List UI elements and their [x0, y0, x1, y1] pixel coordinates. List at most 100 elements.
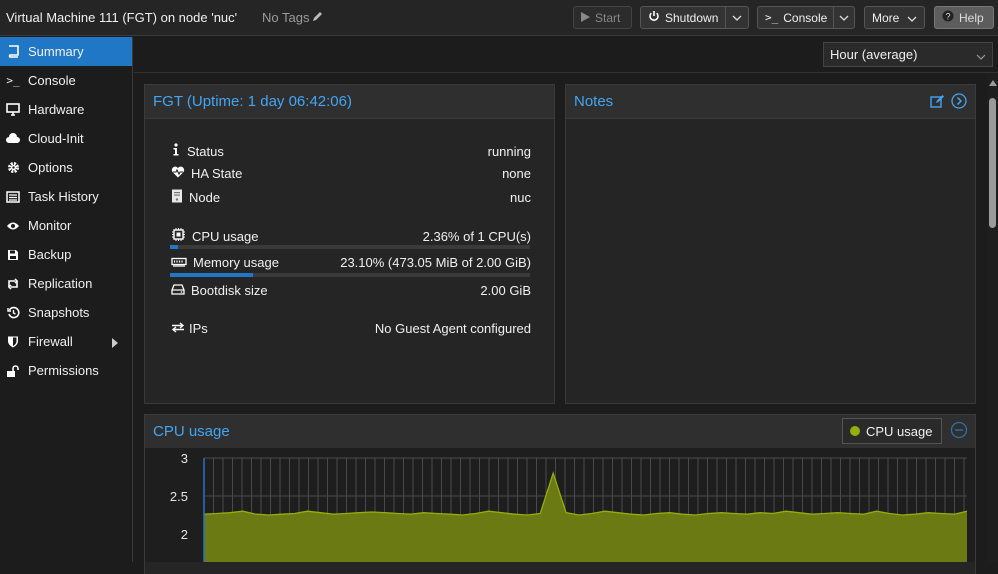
legend-label: CPU usage [866, 423, 933, 439]
main-scrollbar[interactable] [987, 74, 998, 562]
status-panel-header: FGT (Uptime: 1 day 06:42:06) [145, 85, 554, 119]
help-label: Help [959, 10, 984, 25]
exchange-icon [171, 321, 185, 336]
start-label: Start [595, 10, 621, 25]
memory-icon [171, 255, 187, 270]
notes-panel: Notes [565, 84, 976, 404]
cpu-chart-title: CPU usage [153, 423, 230, 440]
bootdisk-value: 2.00 GiB [480, 283, 531, 298]
sidebar-item-hardware[interactable]: Hardware [0, 95, 132, 124]
pencil-icon[interactable] [312, 10, 324, 25]
status-panel: FGT (Uptime: 1 day 06:42:06) Status runn… [144, 84, 555, 404]
svg-text:?: ? [945, 12, 950, 22]
top-bar: Virtual Machine 111 (FGT) on node 'nuc' … [0, 0, 998, 36]
sidebar-item-label: Backup [28, 247, 72, 262]
sidebar-item-firewall[interactable]: Firewall [0, 327, 132, 356]
list-icon [6, 190, 20, 204]
tags-label: No Tags [262, 10, 310, 25]
y-tick-label: 2 [181, 527, 188, 542]
collapse-icon[interactable] [951, 93, 967, 113]
bootdisk-label: Bootdisk size [191, 283, 268, 298]
timeframe-select[interactable]: Hour (average) [823, 42, 993, 67]
sidebar-item-label: Summary [28, 44, 84, 59]
cpu-usage-bar-fill [170, 245, 179, 249]
book-icon [6, 45, 20, 59]
status-panel-title: FGT (Uptime: 1 day 06:42:06) [153, 93, 352, 110]
memory-usage-value: 23.10% (473.05 MiB of 2.00 GiB) [340, 255, 531, 270]
sidebar-item-backup[interactable]: Backup [0, 240, 132, 269]
info-icon [171, 143, 181, 159]
shield-icon [6, 335, 20, 349]
y-tick-label: 3 [181, 451, 188, 466]
sidebar-item-permissions[interactable]: Permissions [0, 356, 132, 385]
heartbeat-icon [171, 166, 185, 181]
shutdown-menu-chevron-icon[interactable] [725, 7, 748, 28]
node-label: Node [189, 190, 221, 205]
history-icon [6, 306, 20, 320]
tags-editor[interactable]: No Tags [262, 10, 324, 25]
floppy-icon [6, 248, 20, 262]
sidebar-item-label: Task History [28, 189, 99, 204]
node-value: nuc [510, 190, 531, 205]
help-button[interactable]: ? Help [934, 6, 994, 29]
sidebar: Summary >_ Console Hardware Cloud-Init O… [0, 37, 133, 562]
terminal-icon: >_ [6, 74, 20, 87]
expand-arrow-icon[interactable] [112, 336, 118, 351]
cpu-icon [171, 227, 186, 245]
shutdown-button[interactable]: Shutdown [640, 6, 749, 29]
retweet-icon [6, 277, 20, 291]
sidebar-item-label: Monitor [28, 218, 72, 233]
sidebar-item-snapshots[interactable]: Snapshots [0, 298, 132, 327]
notes-panel-title: Notes [574, 93, 614, 110]
ha-state-value: none [502, 166, 531, 181]
ha-state-label: HA State [191, 166, 243, 181]
console-label: Console [783, 10, 828, 25]
start-button[interactable]: Start [573, 6, 632, 29]
terminal-icon: >_ [765, 11, 779, 24]
sidebar-item-console[interactable]: >_ Console [0, 66, 132, 95]
console-button[interactable]: >_ Console [757, 6, 855, 29]
play-icon [581, 11, 590, 25]
memory-usage-row: Memory usage 23.10% (473.05 MiB of 2.00 … [171, 255, 531, 270]
cloud-icon [6, 132, 20, 146]
sidebar-item-label: Firewall [28, 334, 73, 349]
unlock-icon [6, 364, 20, 378]
chart-collapse-icon[interactable] [950, 421, 968, 442]
sidebar-item-task-history[interactable]: Task History [0, 182, 132, 211]
sidebar-item-label: Options [28, 160, 73, 175]
scrollbar-thumb[interactable] [989, 98, 996, 228]
edit-icon[interactable] [930, 94, 945, 112]
console-menu-chevron-icon[interactable] [833, 7, 854, 28]
status-label: Status [187, 143, 224, 159]
y-tick-label: 2.5 [170, 489, 188, 504]
scroll-up-arrow-icon[interactable] [989, 80, 997, 86]
sidebar-item-cloud-init[interactable]: Cloud-Init [0, 124, 132, 153]
node-row: Node nuc [171, 189, 531, 206]
more-button[interactable]: More [864, 6, 925, 29]
question-icon: ? [942, 10, 954, 25]
cpu-usage-bar [170, 245, 530, 249]
memory-usage-bar-fill [170, 273, 254, 277]
power-icon [648, 10, 660, 25]
notes-panel-header: Notes [566, 85, 975, 119]
sidebar-item-summary[interactable]: Summary [0, 37, 132, 66]
server-icon [171, 189, 183, 206]
cpu-usage-row: CPU usage 2.36% of 1 CPU(s) [171, 227, 531, 245]
sidebar-item-replication[interactable]: Replication [0, 269, 132, 298]
sidebar-item-options[interactable]: Options [0, 153, 132, 182]
chevron-down-icon[interactable] [976, 48, 986, 63]
cpu-usage-chart: 32.52 [145, 448, 975, 562]
cpu-chart-legend-toggle[interactable]: CPU usage [842, 418, 942, 444]
sidebar-item-label: Permissions [28, 363, 99, 378]
memory-usage-bar [170, 273, 530, 277]
sidebar-item-label: Snapshots [28, 305, 90, 320]
eye-icon [6, 219, 20, 233]
memory-usage-label: Memory usage [193, 255, 279, 270]
ips-label: IPs [189, 321, 208, 336]
cpu-usage-value: 2.36% of 1 CPU(s) [422, 228, 531, 244]
ips-value: No Guest Agent configured [374, 321, 531, 336]
chevron-down-icon [907, 11, 917, 25]
shutdown-label: Shutdown [665, 10, 719, 25]
sidebar-item-monitor[interactable]: Monitor [0, 211, 132, 240]
ips-row: IPs No Guest Agent configured [171, 321, 531, 336]
